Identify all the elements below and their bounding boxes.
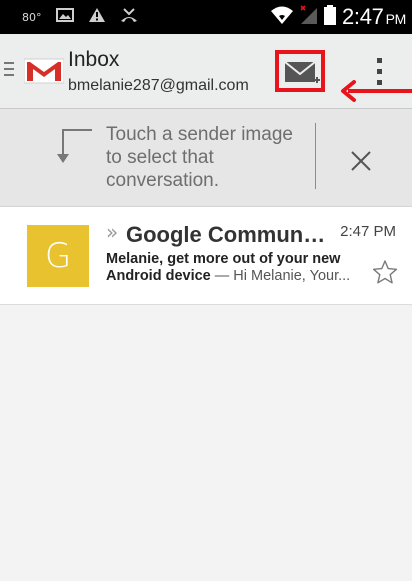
overflow-menu-icon[interactable] [372, 56, 388, 90]
conversation-subject: Melanie, get more out of your new Androi… [106, 251, 361, 285]
conversation-snippet: — Hi Melanie, Your... [210, 268, 351, 284]
compose-icon[interactable] [284, 58, 324, 90]
status-bar-right: 2:47 PM [270, 4, 406, 30]
account-email[interactable]: bmelanie287@gmail.com [68, 77, 249, 95]
clock: 2:47 PM [342, 4, 406, 30]
subject-line-2: Android device — Hi Melanie, Your... [106, 268, 361, 285]
sender-name: Google Communi... [126, 222, 326, 247]
action-bar: Inbox bmelanie287@gmail.com [0, 34, 412, 109]
sender-avatar[interactable]: G [27, 225, 89, 287]
importance-marker-icon: » [106, 220, 119, 244]
tip-banner: Touch a sender image to select that conv… [0, 109, 412, 207]
battery-icon [323, 4, 336, 30]
corner-arrow-icon [48, 127, 92, 167]
menu-icon[interactable] [4, 62, 14, 76]
temperature-text: 80° [22, 10, 42, 24]
gmail-logo[interactable] [23, 56, 65, 84]
clock-suffix: PM [385, 11, 407, 27]
close-icon[interactable] [344, 144, 378, 178]
tip-text: Touch a sender image to select that conv… [106, 124, 293, 191]
no-signal-icon [300, 4, 318, 30]
missed-call-icon [120, 7, 138, 28]
image-icon [55, 7, 74, 27]
clock-time: 2:47 [341, 4, 384, 29]
wifi-icon [270, 5, 294, 30]
conversation-time: 2:47 PM [340, 223, 396, 240]
subject-line-1: Melanie, get more out of your new [106, 251, 341, 267]
star-icon[interactable] [372, 259, 398, 285]
status-bar: 80° 2:47 PM [0, 0, 412, 34]
status-bar-left: 80° [22, 7, 138, 27]
conversation-row[interactable]: G » Google Communi... 2:47 PM Melanie, g… [0, 207, 412, 305]
warning-icon [88, 7, 106, 28]
page-title: Inbox [68, 48, 120, 71]
subject-line-2-text: Android device [106, 268, 211, 284]
tip-divider [315, 123, 316, 189]
conversation-list: G » Google Communi... 2:47 PM Melanie, g… [0, 207, 412, 305]
